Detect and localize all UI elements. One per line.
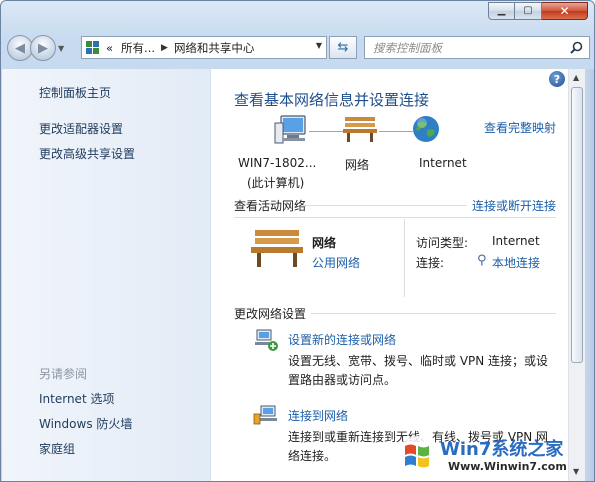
breadcrumb-current[interactable]: 网络和共享中心 [174, 40, 255, 56]
caption-buttons: ▁ ▢ ✕ [488, 2, 588, 20]
new-connection-icon [255, 329, 278, 351]
active-networks-separator [234, 217, 556, 218]
active-network-divider [404, 219, 405, 297]
watermark-url: Www.Winwin7.com [448, 460, 567, 473]
search-box[interactable] [364, 36, 590, 59]
watermark-brand: Win7系统之家 [440, 439, 564, 460]
active-network-name: 网络 [312, 236, 337, 250]
task-pane: 控制面板主页 更改适配器设置 更改高级共享设置 另请参阅 Internet 选项… [2, 69, 211, 481]
recent-pages-dropdown[interactable]: ▼ [58, 44, 64, 53]
connection-label: 连接: [416, 256, 445, 270]
access-type-label: 访问类型: [416, 236, 469, 250]
refresh-icon: ⇆ [337, 40, 349, 55]
sidebar-item-internet-options[interactable]: Internet 选项 [39, 390, 114, 407]
watermark: Win7系统之家 Www.Winwin7.com [396, 433, 586, 481]
sidebar-item-change-advanced-sharing[interactable]: 更改高级共享设置 [39, 145, 135, 162]
forward-button[interactable]: ▶ [30, 35, 56, 61]
setup-new-connection-link[interactable]: 设置新的连接或网络 [288, 331, 396, 348]
map-link-network-internet [379, 131, 413, 132]
vertical-scrollbar[interactable]: ▲ ▼ [568, 69, 585, 481]
see-also-heading: 另请参阅 [39, 367, 88, 381]
view-full-map-link[interactable]: 查看完整映射 [484, 119, 556, 136]
back-arrow-icon: ◀ [15, 40, 25, 56]
connect-disconnect-link[interactable]: 连接或断开连接 [472, 197, 556, 214]
close-button[interactable]: ✕ [542, 2, 588, 20]
navigation-bar: ◀ ▶ ▼ « 所有... ▶ 网络和共享中心 ▼ ⇆ [7, 33, 590, 63]
connect-to-network-icon [253, 405, 277, 425]
network-location-type-link[interactable]: 公用网络 [312, 254, 360, 271]
internet-globe-icon[interactable] [411, 114, 441, 144]
forward-arrow-icon: ▶ [38, 40, 48, 56]
internet-label: Internet [419, 156, 467, 170]
breadcrumb-all-items[interactable]: 所有... [121, 40, 155, 56]
help-icon[interactable]: ? [549, 71, 565, 87]
computer-icon[interactable] [273, 113, 311, 147]
public-network-bench-icon [251, 230, 303, 267]
sidebar-item-homegroup[interactable]: 家庭组 [39, 440, 75, 457]
search-icon[interactable] [570, 41, 583, 54]
network-label: 网络 [345, 158, 370, 172]
connect-to-network-link[interactable]: 连接到网络 [288, 407, 348, 424]
main-content: ? 查看基本网络信息并设置连接 查看完整映射 WIN7-1802... (此计算… [211, 69, 568, 481]
search-input[interactable] [373, 40, 563, 55]
setup-new-connection-desc-2: 置路由器或访问点。 [288, 373, 397, 387]
page-title: 查看基本网络信息并设置连接 [234, 91, 430, 109]
maximize-icon: ▢ [523, 5, 533, 16]
computer-name: WIN7-1802... [238, 156, 317, 170]
minimize-button[interactable]: ▁ [488, 2, 515, 20]
setup-new-connection-desc-1: 设置无线、宽带、拨号、临时或 VPN 连接；或设 [288, 354, 549, 368]
connect-to-network-desc-2: 络连接。 [288, 449, 337, 463]
address-dropdown-icon[interactable]: ▼ [316, 41, 322, 50]
change-settings-heading: 更改网络设置 [234, 307, 307, 321]
access-type-value: Internet [492, 234, 540, 248]
breadcrumb-separator-icon[interactable]: ▶ [161, 43, 168, 53]
explorer-window: ▁ ▢ ✕ ◀ ▶ ▼ « 所有... ▶ 网络和共享中心 ▼ ⇆ 搜索控制面板… [0, 0, 595, 482]
close-icon: ✕ [559, 4, 570, 18]
scroll-thumb[interactable] [571, 87, 583, 363]
windows-logo-icon [397, 436, 437, 476]
maximize-button[interactable]: ▢ [515, 2, 542, 20]
local-connection-link[interactable]: 本地连接 [492, 254, 540, 271]
ethernet-plug-icon: ⚲ [477, 253, 487, 268]
address-bar[interactable]: « 所有... ▶ 网络和共享中心 ▼ [81, 36, 327, 59]
computer-note: (此计算机) [247, 176, 305, 190]
refresh-button[interactable]: ⇆ [329, 36, 357, 59]
bench-icon[interactable] [343, 115, 377, 143]
breadcrumb-root[interactable]: « [106, 41, 113, 55]
change-settings-divider [311, 313, 556, 314]
minimize-icon: ▁ [497, 5, 506, 16]
sidebar-item-control-panel-home[interactable]: 控制面板主页 [39, 84, 111, 101]
sidebar-item-windows-firewall[interactable]: Windows 防火墙 [39, 415, 132, 432]
window-border [585, 69, 594, 481]
scroll-up-icon[interactable]: ▲ [573, 73, 579, 82]
active-networks-heading: 查看活动网络 [234, 199, 307, 213]
network-center-icon [86, 40, 100, 55]
sidebar-item-change-adapter-settings[interactable]: 更改适配器设置 [39, 120, 123, 137]
map-link-computer-network [309, 131, 343, 132]
